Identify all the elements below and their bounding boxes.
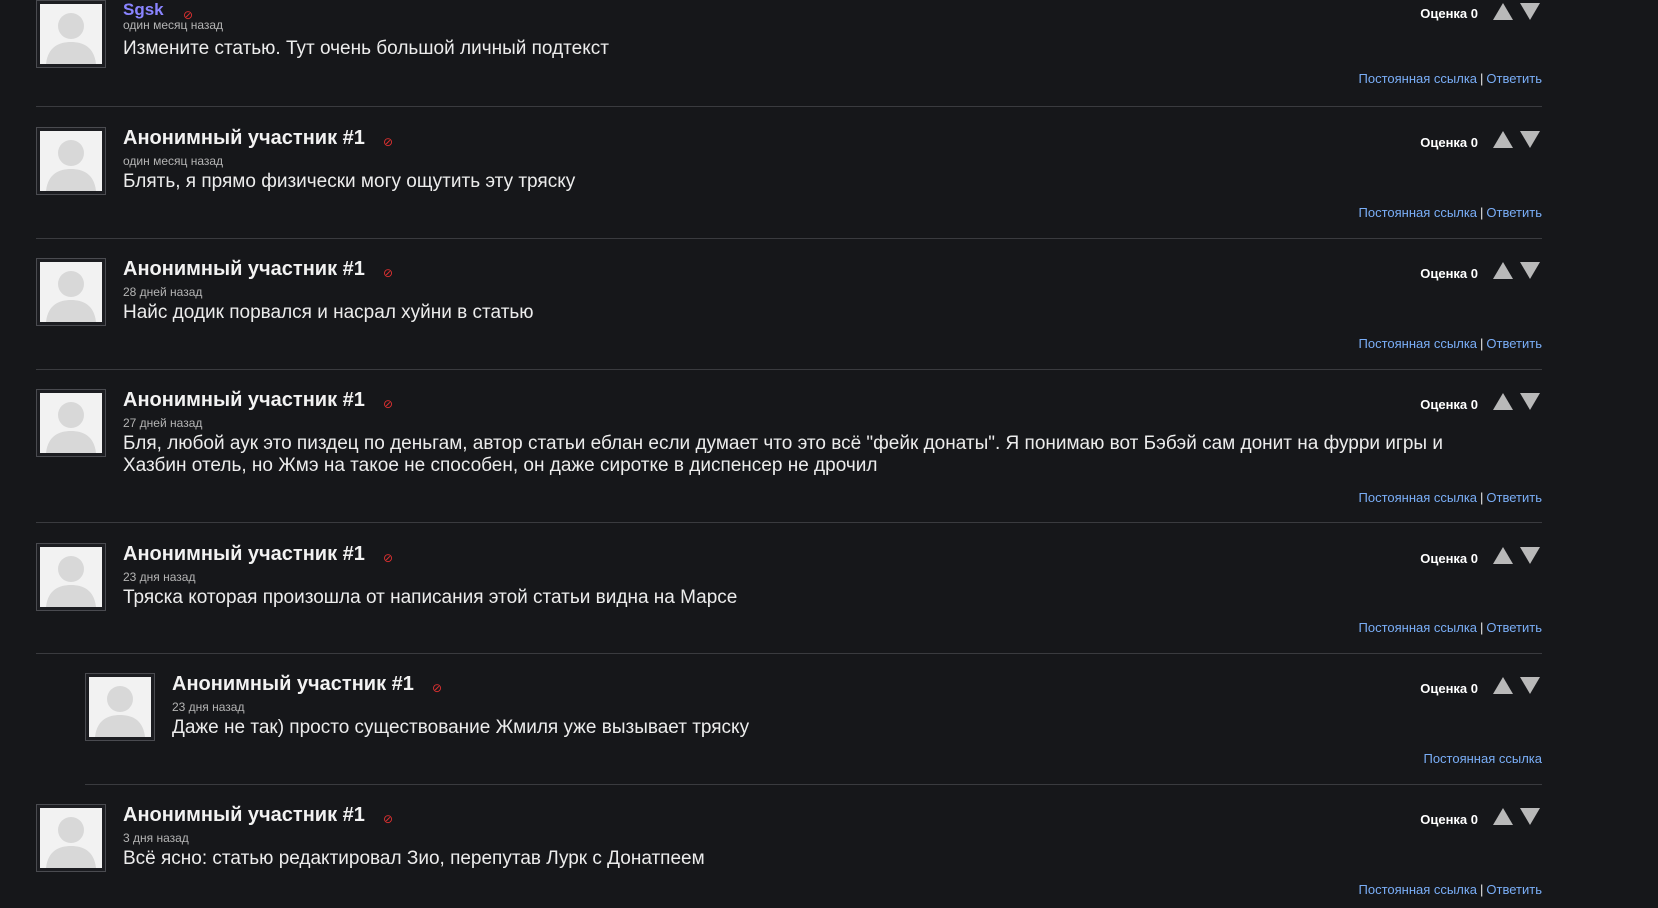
reply-link[interactable]: Ответить — [1486, 882, 1542, 897]
link-separator: | — [1480, 71, 1484, 86]
comment-links: Постоянная ссылка | Ответить — [1359, 490, 1543, 505]
downvote-icon[interactable] — [1519, 807, 1541, 826]
author-name: Анонимный участник #1 — [123, 127, 365, 149]
rating: Оценка 0 — [1420, 681, 1478, 696]
reply-link[interactable]: Ответить — [1486, 490, 1542, 505]
author-name: Анонимный участник #1 — [123, 389, 365, 411]
report-icon[interactable]: ⊘ — [432, 682, 442, 694]
upvote-icon[interactable] — [1492, 130, 1514, 149]
comment: Анонимный участник #1 ⊘ 3 дня назад Всё … — [36, 804, 1542, 908]
comment-links: Постоянная ссылка | Ответить — [1359, 882, 1543, 897]
permalink-link[interactable]: Постоянная ссылка — [1359, 205, 1478, 220]
permalink-link[interactable]: Постоянная ссылка — [1359, 490, 1478, 505]
reply-link[interactable]: Ответить — [1486, 620, 1542, 635]
comment-links: Постоянная ссылка — [1423, 751, 1542, 766]
avatar — [36, 389, 106, 457]
comment-date: 28 дней назад — [123, 285, 203, 299]
downvote-icon[interactable] — [1519, 676, 1541, 695]
downvote-icon[interactable] — [1519, 546, 1541, 565]
upvote-icon[interactable] — [1492, 2, 1514, 21]
link-separator: | — [1480, 336, 1484, 351]
comment-links: Постоянная ссылка | Ответить — [1359, 620, 1543, 635]
comment-text: Блять, я прямо физически могу ощутить эт… — [123, 171, 576, 192]
comment-links: Постоянная ссылка | Ответить — [1359, 336, 1543, 351]
link-separator: | — [1480, 620, 1484, 635]
reply-link[interactable]: Ответить — [1486, 336, 1542, 351]
comment-links: Постоянная ссылка | Ответить — [1359, 71, 1543, 86]
comment-date: один месяц назад — [123, 154, 224, 168]
avatar — [36, 127, 106, 195]
downvote-icon[interactable] — [1519, 2, 1541, 21]
reply-link[interactable]: Ответить — [1486, 71, 1542, 86]
comment-date: 23 дня назад — [123, 570, 196, 584]
comment-date: 27 дней назад — [123, 416, 203, 430]
upvote-icon[interactable] — [1492, 546, 1514, 565]
downvote-icon[interactable] — [1519, 392, 1541, 411]
avatar — [85, 673, 155, 741]
avatar — [36, 543, 106, 611]
upvote-icon[interactable] — [1492, 676, 1514, 695]
avatar — [36, 258, 106, 326]
rating: Оценка 0 — [1420, 135, 1478, 150]
comment-text: Тряска которая произошла от написания эт… — [123, 587, 738, 608]
comment-text: Всё ясно: статью редактировал Зио, переп… — [123, 848, 705, 869]
author-name: Анонимный участник #1 — [123, 258, 365, 280]
rating: Оценка 0 — [1420, 6, 1478, 21]
comment-date: 3 дня назад — [123, 831, 189, 845]
comment-reply: Анонимный участник #1 ⊘ 23 дня назад Даж… — [85, 673, 1542, 785]
comment-text: Измените статью. Тут очень большой личны… — [123, 38, 609, 59]
comment-date: один месяц назад — [123, 18, 224, 32]
upvote-icon[interactable] — [1492, 392, 1514, 411]
downvote-icon[interactable] — [1519, 261, 1541, 280]
rating: Оценка 0 — [1420, 397, 1478, 412]
reply-link[interactable]: Ответить — [1486, 205, 1542, 220]
comment-text: Найс додик порвался и насрал хуйни в ста… — [123, 302, 534, 323]
comment: Анонимный участник #1 ⊘ 23 дня назад Тря… — [36, 543, 1542, 654]
report-icon[interactable]: ⊘ — [383, 267, 393, 279]
report-icon[interactable]: ⊘ — [383, 136, 393, 148]
link-separator: | — [1480, 490, 1484, 505]
downvote-icon[interactable] — [1519, 130, 1541, 149]
permalink-link[interactable]: Постоянная ссылка — [1359, 336, 1478, 351]
rating: Оценка 0 — [1420, 551, 1478, 566]
comments-list: Sgsk ⊘ один месяц назад Измените статью.… — [0, 0, 1658, 908]
comment-text: Даже не так) просто существование Жмиля … — [172, 717, 750, 738]
author-name: Анонимный участник #1 — [123, 543, 365, 565]
report-icon[interactable]: ⊘ — [383, 813, 393, 825]
avatar — [36, 804, 106, 872]
author-name: Анонимный участник #1 — [123, 804, 365, 826]
comment: Анонимный участник #1 ⊘ один месяц назад… — [36, 127, 1542, 239]
upvote-icon[interactable] — [1492, 807, 1514, 826]
comment: Анонимный участник #1 ⊘ 27 дней назад Бл… — [36, 389, 1542, 523]
link-separator: | — [1480, 205, 1484, 220]
permalink-link[interactable]: Постоянная ссылка — [1423, 751, 1542, 766]
permalink-link[interactable]: Постоянная ссылка — [1359, 620, 1478, 635]
avatar — [36, 0, 106, 68]
rating: Оценка 0 — [1420, 266, 1478, 281]
comment: Sgsk ⊘ один месяц назад Измените статью.… — [36, 0, 1542, 107]
rating: Оценка 0 — [1420, 812, 1478, 827]
upvote-icon[interactable] — [1492, 261, 1514, 280]
permalink-link[interactable]: Постоянная ссылка — [1359, 882, 1478, 897]
comment-date: 23 дня назад — [172, 700, 245, 714]
author-name: Анонимный участник #1 — [172, 673, 414, 695]
author-name[interactable]: Sgsk — [123, 0, 164, 20]
comment-text: Бля, любой аук это пиздец по деньгам, ав… — [123, 433, 1443, 476]
permalink-link[interactable]: Постоянная ссылка — [1359, 71, 1478, 86]
report-icon[interactable]: ⊘ — [383, 398, 393, 410]
report-icon[interactable]: ⊘ — [383, 552, 393, 564]
comment: Анонимный участник #1 ⊘ 28 дней назад На… — [36, 258, 1542, 370]
comment-links: Постоянная ссылка | Ответить — [1359, 205, 1543, 220]
link-separator: | — [1480, 882, 1484, 897]
